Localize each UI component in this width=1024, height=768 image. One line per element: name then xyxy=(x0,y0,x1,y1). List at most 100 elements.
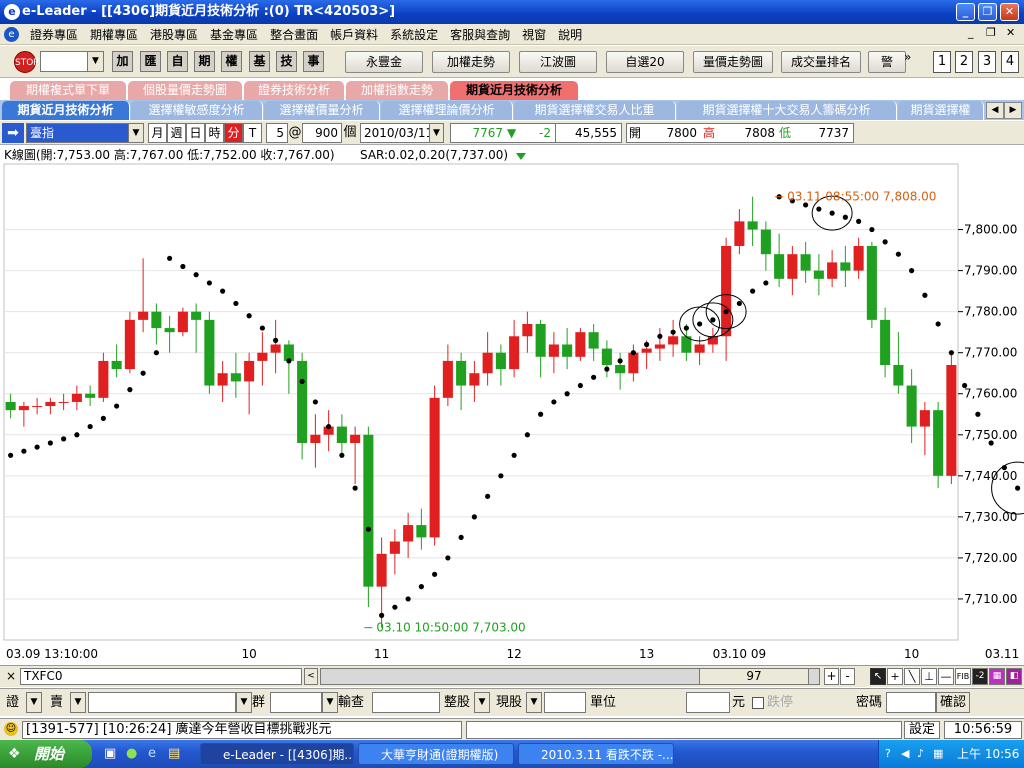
password-input[interactable] xyxy=(886,692,936,713)
quick-icon-options[interactable]: 權 xyxy=(221,51,242,72)
quick-icon-add[interactable]: 加 xyxy=(112,51,133,72)
toolbar-button-sinopac[interactable]: 永豐金 xyxy=(345,51,423,73)
taskbar-item-browser[interactable]: 2010.3.11 看跌不跌 -... xyxy=(518,743,674,765)
close-symbol-icon[interactable]: × xyxy=(4,668,18,684)
toolbar-overflow[interactable]: » xyxy=(904,50,911,64)
menu-funds[interactable]: 基金專區 xyxy=(204,26,264,43)
period-month[interactable]: 月 xyxy=(148,123,167,143)
unit-type-dropdown-icon[interactable]: ▼ xyxy=(474,692,490,713)
interval-input[interactable]: 5 xyxy=(266,123,288,143)
tray-back-icon[interactable]: ◀ xyxy=(901,740,909,768)
tab-securities-technical[interactable]: 證券技術分析 xyxy=(244,81,344,100)
layout-button-4[interactable]: 4 xyxy=(1001,51,1019,73)
minimize-button[interactable]: _ xyxy=(956,3,975,21)
horizontal-line-tool-icon[interactable]: — xyxy=(938,668,954,685)
settings-tool-icon[interactable]: ◧ xyxy=(1006,668,1022,685)
tab-futures-technical[interactable]: 期貨近月技術分析 xyxy=(450,81,578,100)
symbol-dropdown-icon[interactable]: ▼ xyxy=(128,124,143,142)
tab-stock-volume-price[interactable]: 個股量價走勢圖 xyxy=(128,81,242,100)
menu-integrated-screen[interactable]: 整合畫面 xyxy=(264,26,324,43)
close-button[interactable]: ✕ xyxy=(1000,3,1019,21)
settings-button[interactable]: 設定 xyxy=(904,721,940,739)
subtab-futures-technical[interactable]: 期貨近月技術分析 xyxy=(2,101,130,120)
quicklaunch-show-desktop-icon[interactable]: ▣ xyxy=(104,746,116,761)
toolbar-button-elliott[interactable]: 江波圖 xyxy=(519,51,597,73)
layout-button-3[interactable]: 3 xyxy=(978,51,996,73)
menu-securities[interactable]: 證券專區 xyxy=(24,26,84,43)
date-picker[interactable]: 2010/03/11 ▼ xyxy=(360,123,444,143)
chart-area[interactable]: K線圖(開:7,753.00 高:7,767.00 低:7,752.00 收:7… xyxy=(0,146,1024,664)
quicklaunch-folder-icon[interactable]: ▤ xyxy=(168,746,180,761)
pointer-tool-icon[interactable]: ↖ xyxy=(870,668,886,685)
chart-scrollbar[interactable]: 97 xyxy=(320,668,820,685)
date-dropdown-icon[interactable]: ▼ xyxy=(429,124,443,142)
zoom-value[interactable]: 97 xyxy=(699,669,809,684)
exchange-dropdown-icon[interactable]: ▼ xyxy=(26,692,42,713)
mdi-minimize-button[interactable]: _ xyxy=(968,26,974,39)
quick-select[interactable]: ▼ xyxy=(40,51,104,72)
toolbar-button-watchlist20[interactable]: 自選20 xyxy=(606,51,684,73)
zoom-out-button[interactable]: - xyxy=(840,668,855,685)
arrow-right-icon[interactable]: ➡ xyxy=(2,123,24,143)
subtab-top10-traders[interactable]: 期貨選擇權十大交易人籌碼分析 xyxy=(677,101,897,120)
delete-lines-tool-icon[interactable]: -2 xyxy=(972,668,988,685)
symbol-code[interactable]: TXFC0 xyxy=(20,668,302,685)
stock-input[interactable] xyxy=(88,692,236,713)
crosshair-tool-icon[interactable]: + xyxy=(887,668,903,685)
zoom-in-button[interactable]: + xyxy=(824,668,839,685)
scroll-left-icon[interactable]: < xyxy=(304,668,318,685)
tab-weighted-index[interactable]: 加權指數走勢 xyxy=(346,81,448,100)
news-ticker[interactable]: [1391-577] [10:26:24] 廣達今年營收目標挑戰兆元 xyxy=(22,721,462,739)
layout-button-1[interactable]: 1 xyxy=(933,51,951,73)
period-tick[interactable]: T xyxy=(243,123,262,143)
quicklaunch-media-icon[interactable]: ● xyxy=(126,746,137,761)
group-dropdown-icon[interactable]: ▼ xyxy=(322,692,338,713)
fibonacci-tool-icon[interactable]: FIB xyxy=(955,668,971,685)
layout-button-2[interactable]: 2 xyxy=(955,51,973,73)
vertical-line-tool-icon[interactable]: ⊥ xyxy=(921,668,937,685)
menu-help[interactable]: 說明 xyxy=(552,26,588,43)
toolbar-button-volume-price[interactable]: 量價走勢圖 xyxy=(693,51,773,73)
menu-window[interactable]: 視窗 xyxy=(516,26,552,43)
toolbar-button-volume-rank[interactable]: 成交量排名 xyxy=(781,51,861,73)
quick-icon-futures[interactable]: 期 xyxy=(194,51,215,72)
dropdown-arrow-icon[interactable]: ▼ xyxy=(87,52,103,71)
menu-account[interactable]: 帳戶資料 xyxy=(324,26,384,43)
symbol-select[interactable]: 臺指 ▼ xyxy=(26,123,144,143)
toolbar-button-alert[interactable]: 警 xyxy=(868,51,906,73)
period-week[interactable]: 週 xyxy=(167,123,186,143)
confirm-button[interactable]: 確認 xyxy=(936,692,970,713)
quick-icon-exchange[interactable]: 匯 xyxy=(140,51,161,72)
period-day[interactable]: 日 xyxy=(186,123,205,143)
side-dropdown-icon[interactable]: ▼ xyxy=(70,692,86,713)
subtab-option-theoretical[interactable]: 選擇權理論價分析 xyxy=(381,101,513,120)
period-minute[interactable]: 分 xyxy=(224,123,243,143)
stop-icon[interactable]: STOP xyxy=(14,51,39,73)
quicklaunch-ie-icon[interactable]: e xyxy=(148,746,156,761)
app-menu-icon[interactable]: e xyxy=(4,27,19,42)
color-tool-icon[interactable]: ▦ xyxy=(989,668,1005,685)
lookup-button[interactable]: 輸查 xyxy=(338,692,364,713)
tray-help-icon[interactable]: ? xyxy=(885,740,891,768)
tray-volume-icon[interactable]: ♪ xyxy=(917,740,924,768)
kline-chart[interactable]: K線圖(開:7,753.00 高:7,767.00 低:7,752.00 收:7… xyxy=(0,146,1024,664)
period-hour[interactable]: 時 xyxy=(205,123,224,143)
tab-scroll-left-icon[interactable]: ◀ xyxy=(986,102,1004,119)
group-input[interactable] xyxy=(270,692,322,713)
quick-icon-fund[interactable]: 基 xyxy=(249,51,270,72)
tab-option-combo-order[interactable]: 期權複式單下單 xyxy=(10,81,126,100)
tab-scroll-right-icon[interactable]: ▶ xyxy=(1004,102,1022,119)
subtab-futures-options-more[interactable]: 期貨選擇權 xyxy=(898,101,984,120)
trendline-tool-icon[interactable]: ╲ xyxy=(904,668,920,685)
tray-network-icon[interactable]: ▦ xyxy=(933,740,943,768)
maximize-button[interactable]: ❐ xyxy=(978,3,997,21)
subtab-trader-ratio[interactable]: 期貨選擇權交易人比重 xyxy=(514,101,676,120)
mdi-restore-button[interactable]: ❐ xyxy=(986,26,996,39)
menu-system-settings[interactable]: 系統設定 xyxy=(384,26,444,43)
menu-futures-options[interactable]: 期權專區 xyxy=(84,26,144,43)
menu-hk-stocks[interactable]: 港股專區 xyxy=(144,26,204,43)
mdi-close-button[interactable]: ✕ xyxy=(1006,26,1015,39)
cash-type-dropdown-icon[interactable]: ▼ xyxy=(526,692,542,713)
taskbar-item-dahua[interactable]: 大華亨財通(證期權版) xyxy=(358,743,514,765)
menu-support[interactable]: 客服與查詢 xyxy=(444,26,516,43)
